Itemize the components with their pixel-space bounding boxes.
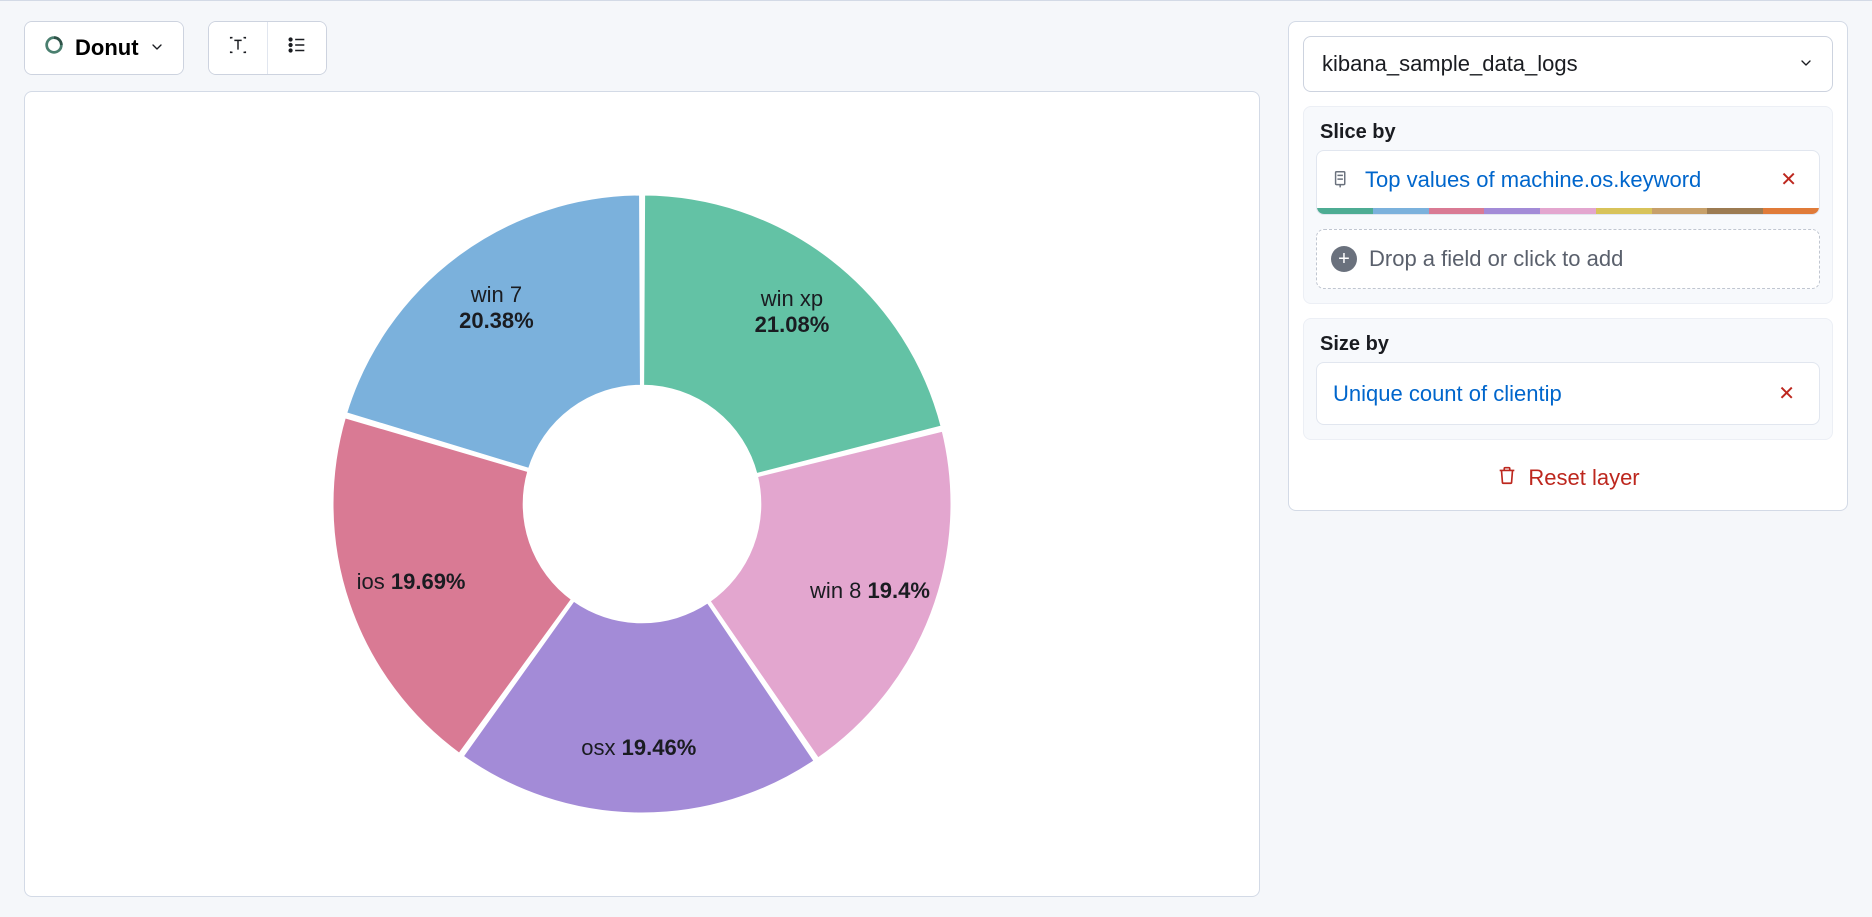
datasource-select[interactable]: kibana_sample_data_logs bbox=[1303, 36, 1833, 92]
slice-dimension-label[interactable]: Top values of machine.os.keyword bbox=[1365, 165, 1760, 195]
text-brackets-icon bbox=[227, 34, 249, 62]
remove-slice-dimension-button[interactable]: ✕ bbox=[1772, 163, 1805, 196]
size-metric-card: Unique count of clientip ✕ bbox=[1316, 362, 1820, 425]
quick-actions-group bbox=[208, 21, 327, 75]
donut-icon bbox=[43, 34, 65, 62]
slice-dimension-card: Top values of machine.os.keyword ✕ bbox=[1316, 150, 1820, 215]
layer-panel: kibana_sample_data_logs Slice by bbox=[1288, 21, 1848, 511]
main-column: Donut bbox=[24, 21, 1260, 897]
donut-chart: win xp21.08% win 8 19.4% osx 19.46% ios 19.… bbox=[242, 114, 1042, 874]
plus-circle-icon: + bbox=[1331, 246, 1357, 272]
slice-label: osx 19.46% bbox=[581, 735, 696, 761]
legend-settings-button[interactable] bbox=[267, 22, 326, 74]
slice-label: win xp21.08% bbox=[755, 286, 830, 338]
side-column: kibana_sample_data_logs Slice by bbox=[1288, 21, 1848, 897]
reset-layer-label: Reset layer bbox=[1528, 465, 1639, 491]
palette-strip bbox=[1317, 208, 1819, 214]
slice-label: win 720.38% bbox=[459, 282, 534, 334]
text-mode-button[interactable] bbox=[209, 22, 267, 74]
size-metric-label[interactable]: Unique count of clientip bbox=[1333, 381, 1562, 407]
vis-type-selector-group: Donut bbox=[24, 21, 184, 75]
slice-label: ios 19.69% bbox=[357, 569, 466, 595]
slice-dropzone[interactable]: + Drop a field or click to add bbox=[1316, 229, 1820, 289]
slice-by-section: Slice by Top values of machine.o bbox=[1303, 106, 1833, 304]
close-icon: ✕ bbox=[1780, 169, 1797, 191]
close-icon: ✕ bbox=[1778, 383, 1795, 405]
remove-size-metric-button[interactable]: ✕ bbox=[1770, 377, 1803, 410]
chevron-down-icon bbox=[149, 35, 165, 61]
toolbar: Donut bbox=[24, 21, 1260, 75]
legend-list-icon bbox=[286, 34, 308, 62]
slice-label: win 8 19.4% bbox=[810, 578, 930, 604]
chart-card: win xp21.08% win 8 19.4% osx 19.46% ios 19.… bbox=[24, 91, 1260, 897]
palette-icon bbox=[1331, 169, 1353, 191]
trash-icon bbox=[1496, 464, 1518, 492]
reset-layer-button[interactable]: Reset layer bbox=[1303, 454, 1833, 496]
size-by-title: Size by bbox=[1304, 319, 1832, 362]
vis-type-selector[interactable]: Donut bbox=[25, 22, 183, 74]
slice-by-title: Slice by bbox=[1304, 107, 1832, 150]
slice-dropzone-label: Drop a field or click to add bbox=[1369, 246, 1623, 272]
vis-type-label: Donut bbox=[75, 35, 139, 61]
size-by-section: Size by Unique count of clientip ✕ bbox=[1303, 318, 1833, 440]
chevron-down-icon bbox=[1798, 51, 1814, 77]
datasource-label: kibana_sample_data_logs bbox=[1322, 51, 1578, 77]
app-root: Donut bbox=[0, 0, 1872, 917]
